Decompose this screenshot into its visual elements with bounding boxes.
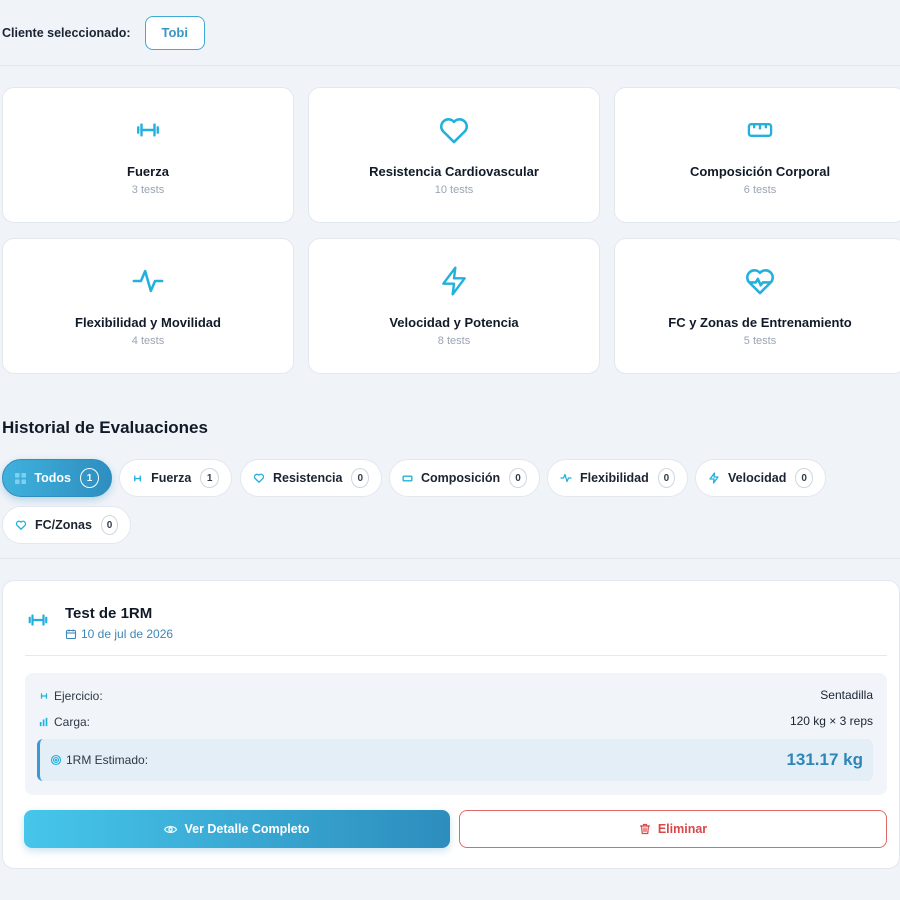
category-card-flexibilidad[interactable]: Flexibilidad y Movilidad 4 tests [2,238,294,374]
heart-icon [253,472,265,484]
category-count: 4 tests [131,335,165,347]
category-count: 3 tests [131,184,165,196]
rm-label: 1RM Estimado: [66,753,149,767]
calendar-icon [65,629,77,640]
lightning-icon [708,472,720,484]
filter-chip-fuerza[interactable]: Fuerza 1 [119,459,232,497]
filter-count-badge: 0 [657,468,675,488]
dumbbell-icon [40,693,48,699]
filter-label: Fuerza [151,471,192,485]
filter-chip-composicion[interactable]: Composición 0 [389,459,540,497]
view-detail-button[interactable]: Ver Detalle Completo [24,810,450,848]
category-title: Flexibilidad y Movilidad [75,315,221,330]
filter-count-badge: 1 [79,468,99,488]
client-label: Cliente seleccionado: [2,25,131,40]
filter-chip-fc-zonas[interactable]: FC/Zonas 0 [2,506,131,544]
filter-label: Composición [421,471,501,485]
view-detail-label: Ver Detalle Completo [184,822,310,836]
filter-chip-resistencia[interactable]: Resistencia 0 [240,459,382,497]
evaluation-date: 10 de jul de 2026 [65,627,173,641]
grid-icon [15,472,27,484]
category-title: FC y Zonas de Entrenamiento [668,315,852,330]
detail-row-load: Carga: 120 kg × 3 reps [39,714,873,730]
filter-count-badge: 0 [509,468,527,488]
filter-chip-velocidad[interactable]: Velocidad 0 [695,459,826,497]
category-card-composicion[interactable]: Composición Corporal 6 tests [614,87,900,223]
filter-chip-flexibilidad[interactable]: Flexibilidad 0 [547,459,688,497]
category-card-resistencia[interactable]: Resistencia Cardiovascular 10 tests [308,87,600,223]
category-title: Velocidad y Potencia [389,315,519,330]
category-count: 5 tests [743,335,777,347]
heart-pulse-icon [15,519,27,531]
filter-label: Resistencia [273,471,343,485]
filter-count-badge: 0 [351,468,369,488]
category-title: Composición Corporal [689,164,831,179]
category-count: 6 tests [743,184,777,196]
activity-icon [130,263,166,299]
section-divider [0,558,900,559]
category-title: Fuerza [127,164,169,179]
evaluation-details: Ejercicio: Sentadilla Carga: 120 kg × 3 … [25,673,887,795]
load-label: Carga: [54,715,91,729]
filter-label: Velocidad [728,471,787,485]
trash-icon [639,823,650,835]
filter-count-badge: 1 [200,468,219,488]
detail-row-exercise: Ejercicio: Sentadilla [39,688,873,704]
rm-estimate-box: 1RM Estimado: 131.17 kg [37,739,873,781]
heart-pulse-icon [742,263,778,299]
category-title: Resistencia Cardiovascular [369,164,539,179]
evaluation-date-text: 10 de jul de 2026 [81,627,174,641]
dumbbell-icon [132,472,143,484]
history-title: Historial de Evaluaciones [2,418,208,437]
category-count: 8 tests [437,335,471,347]
category-card-fuerza[interactable]: Fuerza 3 tests [2,87,294,223]
bar-chart-icon [39,717,48,727]
dumbbell-icon [130,112,166,148]
category-count: 10 tests [434,184,474,196]
ruler-icon [402,472,413,484]
eye-icon [164,825,178,833]
target-icon [50,754,62,766]
category-card-velocidad[interactable]: Velocidad y Potencia 8 tests [308,238,600,374]
filter-chip-todos[interactable]: Todos 1 [2,459,112,497]
evaluation-card: Test de 1RM 10 de jul de 2026 Ejercicio:… [2,580,900,869]
filter-label: FC/Zonas [35,518,92,532]
filter-count-badge: 0 [795,468,813,488]
client-select-button[interactable]: Tobi [144,15,205,50]
activity-icon [560,472,572,484]
filter-label: Flexibilidad [580,471,649,485]
delete-button[interactable]: Eliminar [459,810,887,848]
evaluation-title: Test de 1RM [65,605,153,622]
ruler-icon [742,112,778,148]
rm-value: 131.17 kg [786,750,863,769]
delete-label: Eliminar [657,822,708,836]
filter-label: Todos [34,471,71,485]
evaluation-divider [25,655,887,656]
dumbbell-icon [27,609,49,636]
client-bar: Cliente seleccionado: Tobi [0,0,900,66]
heart-icon [436,112,472,148]
filter-count-badge: 0 [100,515,118,535]
load-value: 120 kg × 3 reps [789,714,873,728]
lightning-icon [436,263,472,299]
category-card-fc-zonas[interactable]: FC y Zonas de Entrenamiento 5 tests [614,238,900,374]
exercise-value: Sentadilla [820,688,873,702]
exercise-label: Ejercicio: [54,689,103,703]
